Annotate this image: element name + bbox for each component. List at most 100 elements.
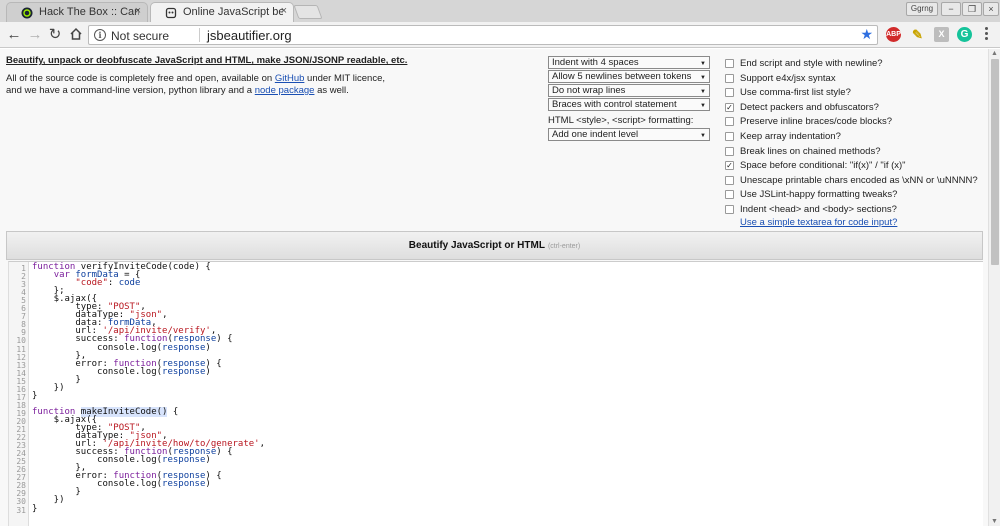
newlines-select[interactable]: Allow 5 newlines between tokens ▼ (548, 70, 710, 83)
address-bar[interactable]: i Not secure jsbeautifier.org ★ (88, 25, 878, 45)
checkbox-unchecked[interactable] (725, 204, 734, 214)
option-row[interactable]: Preserve inline braces/code blocks? (725, 116, 987, 131)
html-indent-select[interactable]: Add one indent level ▼ (548, 128, 710, 141)
checkbox-checked[interactable]: ✓ (725, 161, 734, 171)
browser-menu-icon[interactable] (985, 27, 989, 42)
back-arrow-icon[interactable]: ← (4, 25, 24, 45)
forward-arrow-icon[interactable]: → (25, 25, 45, 45)
wrap-select[interactable]: Do not wrap lines ▼ (548, 84, 710, 97)
option-label: End script and style with newline? (740, 58, 883, 69)
minimize-button[interactable]: − (941, 2, 961, 16)
code-editor[interactable]: 1 2 3 4 5 6 7 8 9 10 11 12 13 14 15 16 17 18 19 20 21 22 23 24 2… (8, 261, 983, 526)
github-link[interactable]: GitHub (275, 73, 305, 84)
beautify-button-label: Beautify JavaScript or HTML (408, 240, 545, 251)
simple-textarea-link[interactable]: Use a simple textarea for code input? (740, 217, 897, 228)
hackthebox-favicon-icon (21, 7, 33, 19)
intro-line-2: and we have a command-line version, pyth… (6, 85, 426, 97)
intro-text: and we have a command-line version, pyth… (6, 85, 253, 96)
option-row[interactable]: Support e4x/jsx syntax (725, 73, 987, 88)
restore-button[interactable]: ❐ (962, 2, 982, 16)
scroll-up-icon[interactable]: ▲ (991, 50, 998, 57)
node-package-link[interactable]: node package (255, 85, 315, 96)
options-checkbox-list: End script and style with newline? Suppor… (725, 58, 987, 228)
code-line: } (32, 503, 38, 514)
tab-close-icon[interactable]: × (281, 5, 287, 17)
intro-text: under MIT licence, (307, 73, 386, 84)
grammarly-icon[interactable]: G (957, 27, 972, 42)
intro-section: Beautify, unpack or deobfuscate JavaScri… (6, 55, 426, 97)
dropdown-arrow-icon: ▼ (700, 89, 706, 95)
reload-icon[interactable]: ↻ (45, 25, 65, 45)
html-formatting-label: HTML <style>, <script> formatting: (548, 115, 694, 126)
wrap-select-value: Do not wrap lines (552, 85, 626, 96)
braces-select[interactable]: Braces with control statement ▼ (548, 98, 710, 111)
page-content: Beautify, unpack or deobfuscate JavaScri… (0, 49, 988, 526)
checkbox-unchecked[interactable] (725, 59, 734, 68)
option-row[interactable]: End script and style with newline? (725, 58, 987, 73)
scrollbar-thumb[interactable] (991, 59, 999, 265)
checkbox-unchecked[interactable] (725, 117, 734, 127)
page-scrollbar[interactable]: ▲ ▼ (988, 49, 1000, 526)
checkbox-unchecked[interactable] (725, 146, 734, 156)
option-label: Preserve inline braces/code blocks? (740, 116, 893, 128)
line-number-gutter: 1 2 3 4 5 6 7 8 9 10 11 12 13 14 15 16 17 18 19 20 21 22 23 24 2… (9, 262, 29, 526)
option-label: Break lines on chained methods? (740, 145, 881, 157)
html-indent-select-value: Add one indent level (552, 129, 639, 140)
checkbox-unchecked[interactable] (725, 73, 734, 83)
checkbox-checked[interactable]: ✓ (725, 102, 734, 112)
tab-strip: Hack The Box :: Can you × Online JavaScr… (0, 0, 1000, 22)
option-label: Unescape printable chars encoded as \xNN… (740, 174, 978, 186)
intro-text: All of the source code is completely fre… (6, 73, 273, 84)
beautify-button[interactable]: Beautify JavaScript or HTML (ctrl-enter) (6, 231, 983, 260)
dropdown-arrow-icon: ▼ (700, 61, 706, 67)
option-row[interactable]: ✓ Detect packers and obfuscators? (725, 102, 987, 117)
tab-close-icon[interactable]: × (135, 5, 141, 17)
tab-jsbeautifier[interactable]: Online JavaScript beauti × (150, 2, 294, 22)
profile-button[interactable]: Ggrng (906, 2, 938, 16)
option-label: Use comma-first list style? (740, 87, 851, 99)
checkbox-unchecked[interactable] (725, 88, 734, 98)
option-row[interactable]: Use comma-first list style? (725, 87, 987, 102)
bookmark-star-icon[interactable]: ★ (860, 26, 873, 43)
home-icon[interactable] (66, 24, 86, 44)
code-line: } (32, 390, 38, 401)
dropdown-arrow-icon: ▼ (700, 133, 706, 139)
option-row[interactable]: Use JSLint-happy formatting tweaks? (725, 189, 987, 204)
extension-x-icon[interactable]: X (934, 27, 949, 42)
scroll-down-icon[interactable]: ▼ (991, 518, 998, 525)
line-number: 31 (16, 505, 26, 515)
tab-title: Hack The Box :: Can you (39, 6, 139, 18)
indent-select-value: Indent with 4 spaces (552, 57, 639, 68)
shortcut-hint: (ctrl-enter) (547, 243, 581, 250)
option-label: Use JSLint-happy formatting tweaks? (740, 189, 898, 201)
pencil-extension-icon[interactable]: ✎ (910, 27, 925, 42)
intro-text: as well. (317, 85, 349, 96)
option-row[interactable]: ✓ Space before conditional: "if(x)" / "if… (725, 160, 987, 175)
jsbeautifier-favicon-icon (165, 7, 177, 19)
option-row[interactable]: Unescape printable chars encoded as \xNN… (725, 175, 987, 190)
option-label: Indent <head> and <body> sections? (740, 203, 897, 215)
checkbox-unchecked[interactable] (725, 190, 734, 200)
option-label: Keep array indentation? (740, 130, 841, 142)
option-label: Detect packers and obfuscators? (740, 101, 879, 113)
checkbox-unchecked[interactable] (725, 131, 734, 141)
new-tab-button[interactable] (293, 5, 323, 19)
dropdown-arrow-icon: ▼ (700, 75, 706, 81)
formatting-selects: Indent with 4 spaces ▼ Allow 5 newlines b… (548, 56, 710, 142)
tab-title: Online JavaScript beauti (183, 6, 283, 18)
braces-select-value: Braces with control statement (552, 99, 677, 110)
url-text[interactable]: jsbeautifier.org (207, 28, 292, 43)
page-headline: Beautify, unpack or deobfuscate JavaScri… (6, 55, 408, 66)
adblock-plus-icon[interactable]: ABP (886, 27, 901, 42)
intro-line-1: All of the source code is completely fre… (6, 73, 426, 85)
close-window-button[interactable]: × (983, 2, 999, 16)
indent-select[interactable]: Indent with 4 spaces ▼ (548, 56, 710, 69)
option-row[interactable]: Keep array indentation? (725, 131, 987, 146)
address-divider (199, 28, 200, 42)
tab-hackthebox[interactable]: Hack The Box :: Can you × (6, 2, 148, 22)
option-label: Support e4x/jsx syntax (740, 72, 836, 84)
checkbox-unchecked[interactable] (725, 175, 734, 185)
option-row[interactable]: Break lines on chained methods? (725, 146, 987, 161)
info-icon[interactable]: i (94, 29, 106, 41)
dropdown-arrow-icon: ▼ (700, 103, 706, 109)
